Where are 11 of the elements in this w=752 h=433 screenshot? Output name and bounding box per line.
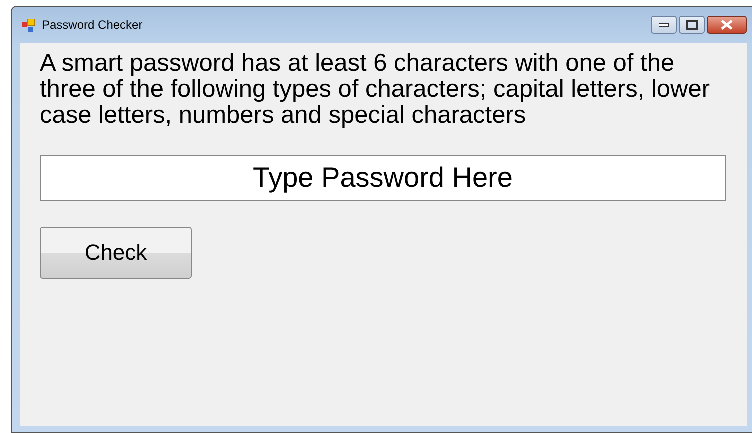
description-text: A smart password has at least 6 characters with one of the three of the following types of characters; capital letters, lower case letters, numbers and special characters (40, 51, 711, 129)
minimize-button[interactable] (651, 16, 677, 34)
maximize-button[interactable] (679, 16, 705, 34)
close-icon (721, 20, 733, 30)
window-title: Password Checker (42, 18, 144, 32)
close-button[interactable] (707, 16, 747, 34)
minimize-icon (659, 23, 669, 27)
password-field[interactable]: Type Password Here (40, 155, 726, 201)
maximize-icon (686, 20, 698, 30)
check-button[interactable]: Check (40, 227, 192, 279)
app-icon (22, 18, 36, 32)
